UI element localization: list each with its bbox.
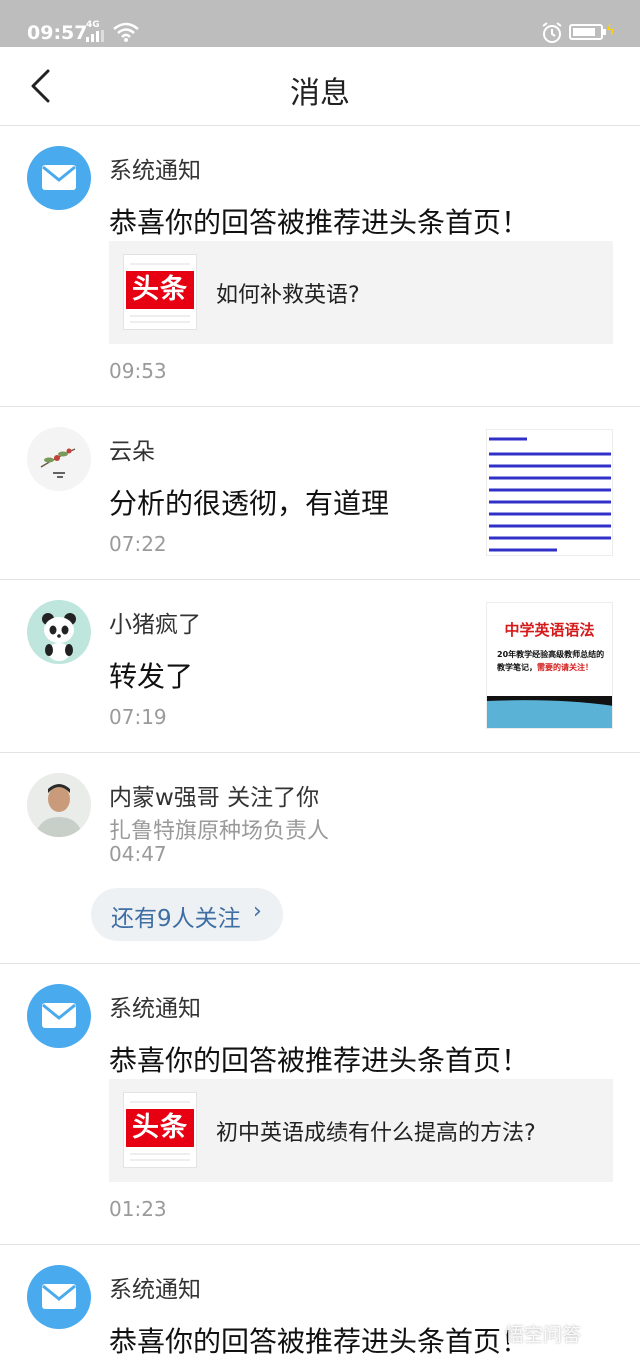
message-item[interactable]: 系统通知 恭喜你的回答被推荐进头条首页！ 头条 如何补救英语? 09:53 bbox=[0, 126, 640, 407]
page-title: 消息 bbox=[290, 76, 350, 111]
sender-name: 系统通知 bbox=[109, 996, 201, 1022]
text-image-thumbnail bbox=[487, 430, 612, 555]
mail-icon bbox=[42, 1284, 76, 1309]
toutiao-logo: 头条 bbox=[123, 1092, 197, 1168]
thumb-wave-graphic bbox=[487, 696, 612, 728]
system-avatar bbox=[27, 984, 91, 1048]
message-time: 04:47 bbox=[109, 842, 167, 866]
message-text: 分析的很透彻，有道理 bbox=[109, 487, 390, 520]
follower-line: 内蒙w强哥 关注了你 bbox=[109, 778, 319, 812]
mail-icon bbox=[42, 165, 76, 190]
watermark: 悟空问答 bbox=[505, 1324, 582, 1346]
message-item[interactable]: 云朵 分析的很透彻，有道理 07:22 bbox=[0, 407, 640, 580]
thumb-title: 中学英语语法 bbox=[504, 621, 595, 639]
thumbnail[interactable]: 中学英语语法 20年教学经验高级教师总结的教学笔记，需要的请关注！ bbox=[486, 602, 613, 729]
follow-action: 关注了你 bbox=[227, 785, 320, 811]
message-time: 09:53 bbox=[109, 359, 167, 383]
sender-name: 小猪疯了 bbox=[109, 612, 201, 638]
message-time: 07:19 bbox=[109, 705, 167, 729]
network-type: 4G bbox=[86, 20, 100, 30]
article-title: 如何补救英语? bbox=[216, 283, 360, 308]
system-avatar bbox=[27, 1265, 91, 1329]
article-card[interactable]: 头条 初中英语成绩有什么提高的方法? bbox=[109, 1079, 613, 1182]
wifi-icon bbox=[113, 22, 139, 42]
system-avatar bbox=[27, 146, 91, 210]
message-item[interactable]: 小猪疯了 转发了 07:19 中学英语语法 20年教学经验高级教师总结的教学笔记… bbox=[0, 580, 640, 753]
sender-name: 云朵 bbox=[109, 439, 155, 465]
follower-name[interactable]: 内蒙w强哥 bbox=[109, 785, 220, 811]
message-item[interactable]: 系统通知 恭喜你的回答被推荐进头条首页！ 头条 初中英语成绩有什么提高的方法? … bbox=[0, 964, 640, 1245]
chevron-right-icon: › bbox=[253, 899, 262, 924]
battery-icon bbox=[569, 24, 606, 40]
header: 消息 bbox=[0, 47, 640, 126]
article-title: 初中英语成绩有什么提高的方法? bbox=[216, 1121, 536, 1146]
status-bar: 09:57 4G ϟ bbox=[0, 0, 640, 47]
article-card[interactable]: 头条 如何补救英语? bbox=[109, 241, 613, 344]
alarm-icon bbox=[542, 22, 562, 43]
avatar bbox=[27, 427, 91, 491]
message-text: 转发了 bbox=[109, 660, 194, 693]
sender-name: 系统通知 bbox=[109, 158, 201, 184]
message-text: 恭喜你的回答被推荐进头条首页！ bbox=[109, 206, 530, 239]
message-time: 07:22 bbox=[109, 532, 167, 556]
thumbnail[interactable] bbox=[486, 429, 613, 556]
toutiao-logo: 头条 bbox=[123, 254, 197, 330]
message-text: 恭喜你的回答被推荐进头条首页！ bbox=[109, 1325, 530, 1358]
status-time: 09:57 bbox=[27, 22, 88, 44]
message-time: 01:23 bbox=[109, 1197, 167, 1221]
follow-item[interactable]: 内蒙w强哥 关注了你 扎鲁特旗原种场负责人 04:47 还有9人关注 › bbox=[0, 753, 640, 964]
message-text: 恭喜你的回答被推荐进头条首页！ bbox=[109, 1044, 530, 1077]
person-photo bbox=[27, 773, 91, 837]
charging-icon: ϟ bbox=[606, 23, 616, 39]
panda-icon bbox=[42, 613, 76, 661]
flower-bird-icon bbox=[40, 448, 76, 478]
sender-name: 系统通知 bbox=[109, 1277, 201, 1303]
thumb-caption: 20年教学经验高级教师总结的教学笔记，需要的请关注！ bbox=[497, 650, 605, 672]
signal-icon bbox=[86, 30, 108, 42]
avatar bbox=[27, 600, 91, 664]
avatar bbox=[27, 773, 91, 837]
more-followers-label: 还有9人关注 bbox=[111, 906, 241, 932]
mail-icon bbox=[42, 1003, 76, 1028]
follower-subtitle: 扎鲁特旗原种场负责人 bbox=[109, 819, 330, 844]
more-followers-button[interactable]: 还有9人关注 › bbox=[91, 888, 283, 941]
